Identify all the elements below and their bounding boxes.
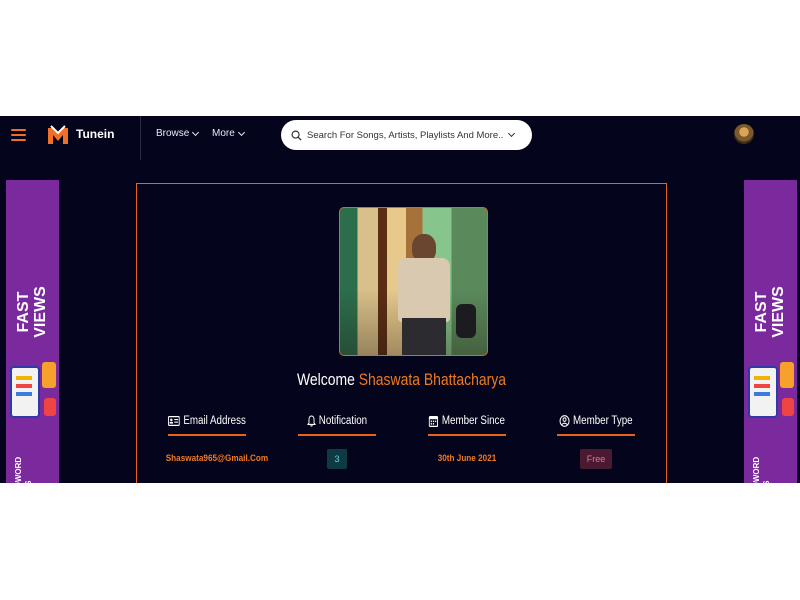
notification-column: Notification 3: [289, 415, 385, 469]
ad-subtitle: E ADWORD IEWS: [752, 456, 771, 483]
notification-label: Notification: [318, 415, 368, 427]
ad-title: FAST VIEWS: [15, 286, 49, 338]
member-type-label: Member Type: [572, 415, 633, 427]
divider: [557, 434, 635, 436]
search-input[interactable]: [307, 129, 507, 141]
profile-photo[interactable]: [339, 207, 488, 356]
divider: [428, 434, 506, 436]
nav-browse[interactable]: Browse: [156, 128, 200, 139]
nav-more-label: More: [212, 128, 235, 139]
member-since-value: 30th June 2021: [437, 453, 497, 464]
profile-card: Welcome Shaswata Bhattacharya Email Addr…: [136, 183, 667, 483]
right-ad-banner[interactable]: FAST VIEWS E ADWORD IEWS: [744, 180, 797, 483]
email-value: Shaswata965@Gmail.Com: [165, 453, 269, 464]
member-since-label: Member Since: [441, 415, 505, 427]
member-type-column: Member Type Free: [548, 415, 644, 469]
welcome-prefix: Welcome: [297, 370, 355, 389]
ad-subtitle: E ADWORD IEWS: [14, 456, 33, 483]
top-navbar: Tunein Browse More: [0, 116, 800, 160]
ad-graphic: [746, 358, 796, 422]
brand-name[interactable]: Tunein: [76, 127, 114, 141]
left-ad-banner[interactable]: FAST VIEWS E ADWORD IEWS: [6, 180, 59, 483]
member-type-badge: Free: [579, 449, 613, 469]
divider: [168, 434, 246, 436]
user-name: Shaswata Bhattacharya: [358, 370, 506, 389]
search-icon: [291, 130, 302, 141]
divider: [298, 434, 376, 436]
welcome-heading: Welcome Shaswata Bhattacharya: [185, 370, 619, 390]
member-since-column: Member Since 30th June 2021: [419, 415, 515, 464]
search-bar[interactable]: [281, 120, 532, 150]
email-column: Email Address Shaswata965@Gmail.Com: [159, 415, 269, 464]
id-card-icon: [168, 416, 180, 426]
search-dropdown-chevron-icon[interactable]: [507, 129, 516, 138]
ad-graphic: [8, 358, 58, 422]
notification-count-badge[interactable]: 3: [327, 449, 347, 469]
nav-more[interactable]: More: [212, 128, 245, 139]
user-circle-icon: [559, 415, 570, 427]
chevron-down-icon: [237, 128, 245, 136]
user-avatar[interactable]: [734, 124, 754, 144]
chevron-down-icon: [192, 128, 200, 136]
hamburger-menu-icon[interactable]: [11, 129, 26, 141]
tunein-logo[interactable]: [45, 122, 71, 148]
nav-browse-label: Browse: [156, 128, 190, 139]
bell-icon: [306, 415, 316, 427]
ad-title: FAST VIEWS: [753, 286, 787, 338]
header-divider: [140, 116, 141, 160]
calendar-icon: [429, 416, 439, 427]
email-label: Email Address: [183, 415, 246, 427]
app-viewport: Tunein Browse More FAST VIEWS E ADWORD I…: [0, 116, 800, 483]
